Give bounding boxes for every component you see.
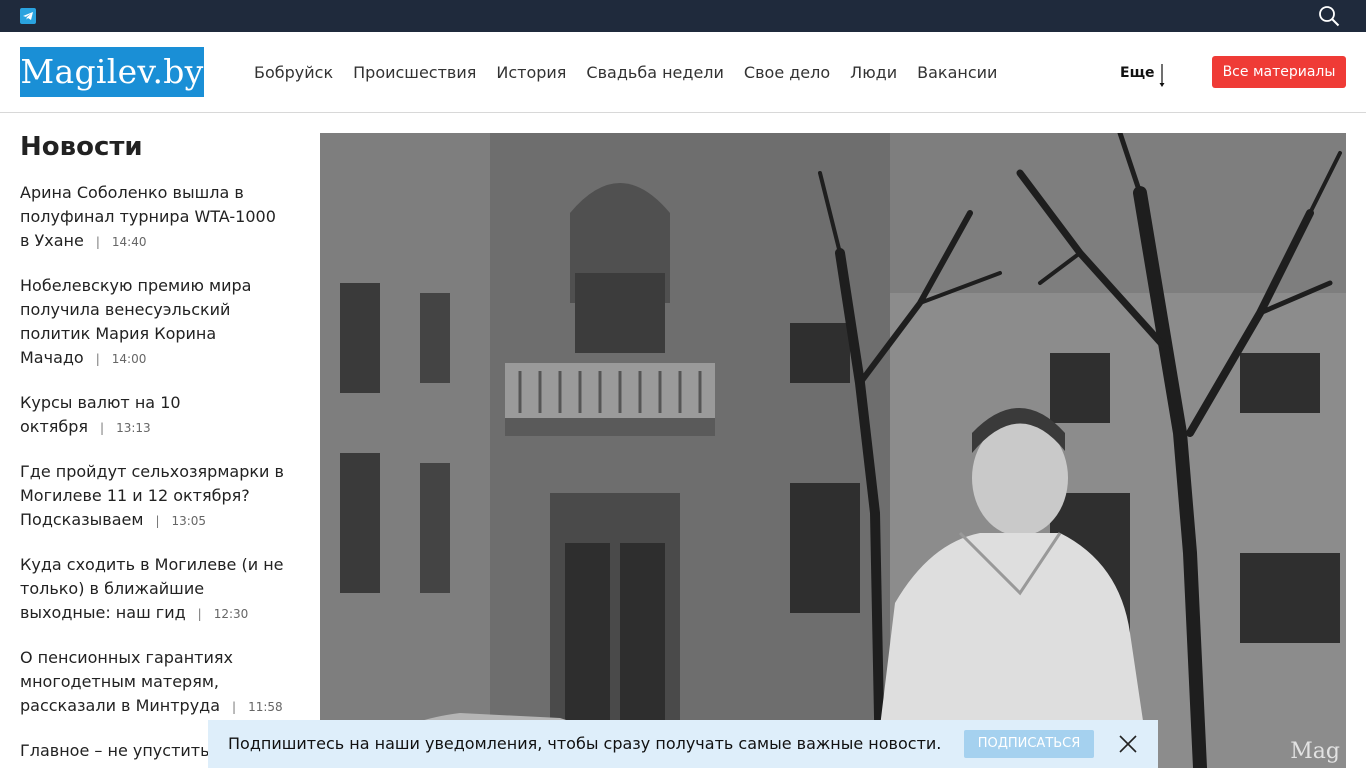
news-item-separator: |	[95, 235, 100, 249]
news-item-separator: |	[155, 514, 160, 528]
close-icon[interactable]	[1118, 734, 1138, 754]
telegram-icon[interactable]	[20, 8, 36, 24]
notification-text: Подпишитесь на наши уведомления, чтобы с…	[228, 734, 942, 753]
nav-item-history[interactable]: История	[496, 62, 566, 84]
news-item[interactable]: Курсы валют на 10 октября | 13:13	[20, 391, 290, 440]
news-item-time: 14:00	[111, 352, 147, 366]
all-materials-button[interactable]: Все материалы	[1212, 56, 1346, 88]
nav-item-people[interactable]: Люди	[850, 62, 897, 84]
nav-item-incidents[interactable]: Происшествия	[353, 62, 476, 84]
news-item[interactable]: Где пройдут сельхозярмарки в Могилеве 11…	[20, 460, 290, 533]
news-item[interactable]: О пенсионных гарантиях многодетным матер…	[20, 646, 290, 719]
news-item-title[interactable]: О пенсионных гарантиях многодетным матер…	[20, 648, 233, 715]
notification-banner: Подпишитесь на наши уведомления, чтобы с…	[208, 720, 1158, 768]
nav-item-own-business[interactable]: Свое дело	[744, 62, 830, 84]
news-item-time: 12:30	[213, 607, 249, 621]
news-item-title[interactable]: Главное – не упустить мо	[20, 741, 236, 760]
news-item-time: 13:13	[116, 421, 151, 435]
top-bar	[0, 0, 1366, 32]
news-item-separator: |	[100, 421, 105, 435]
subscribe-button[interactable]: ПОДПИСАТЬСЯ	[964, 730, 1094, 758]
main-nav: Бобруйск Происшествия История Свадьба не…	[254, 62, 1017, 84]
arrow-down-icon[interactable]	[1156, 63, 1168, 89]
news-heading: Новости	[20, 132, 143, 162]
news-sidebar: Новости Арина Соболенко вышла в полуфина…	[20, 128, 290, 768]
photo-watermark: Mag	[1290, 739, 1340, 764]
news-item-separator: |	[95, 352, 100, 366]
nav-item-bobruisk[interactable]: Бобруйск	[254, 62, 333, 84]
news-item-time: 11:58	[248, 700, 283, 714]
nav-item-vacancies[interactable]: Вакансии	[917, 62, 997, 84]
nav-item-wedding-week[interactable]: Свадьба недели	[586, 62, 724, 84]
news-item-time: 13:05	[171, 514, 207, 528]
news-item-title[interactable]: Арина Соболенко вышла в полуфинал турнир…	[20, 183, 276, 250]
news-item-separator: |	[232, 700, 237, 714]
search-icon[interactable]	[1318, 5, 1340, 27]
news-item-separator: |	[197, 607, 202, 621]
news-item-title[interactable]: Где пройдут сельхозярмарки в Могилеве 11…	[20, 462, 284, 529]
more-menu-button[interactable]: Еще	[1120, 64, 1155, 82]
news-item-time: 14:40	[111, 235, 147, 249]
news-item[interactable]: Нобелевскую премию мира получила венесуэ…	[20, 274, 290, 371]
news-item[interactable]: Арина Соболенко вышла в полуфинал турнир…	[20, 181, 290, 254]
site-logo[interactable]: Magilev.by	[20, 47, 204, 97]
site-header: Magilev.by Бобруйск Происшествия История…	[0, 32, 1366, 113]
news-item[interactable]: Куда сходить в Могилеве (и не только) в …	[20, 553, 290, 626]
hero-photo[interactable]: Mag	[320, 133, 1346, 768]
